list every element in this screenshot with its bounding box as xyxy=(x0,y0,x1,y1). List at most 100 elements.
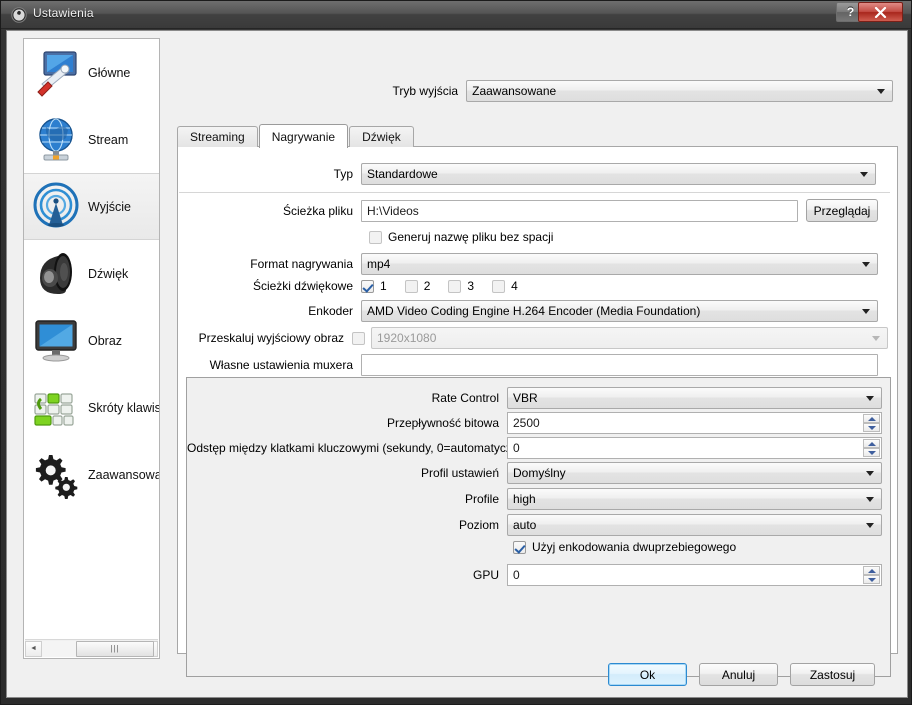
audio-track-1-label: 1 xyxy=(380,279,387,293)
type-combobox[interactable]: Standardowe xyxy=(361,163,876,185)
title-bar: Ustawienia ? xyxy=(1,1,911,29)
no-space-filename-row[interactable]: Generuj nazwę pliku bez spacji xyxy=(369,230,553,244)
preset-combobox[interactable]: Domyślny xyxy=(507,462,882,484)
two-pass-label: Użyj enkodowania dwuprzebiegowego xyxy=(532,540,737,554)
sidebar-item-video[interactable]: Obraz xyxy=(24,307,159,374)
file-path-value: H:\Videos xyxy=(367,203,419,218)
rate-control-row: Rate Control VBR xyxy=(187,387,890,409)
close-icon xyxy=(874,6,887,18)
close-button[interactable] xyxy=(858,2,903,22)
stepper-up-icon[interactable] xyxy=(863,414,880,423)
rescale-resolution-value: 1920x1080 xyxy=(377,331,437,345)
keyframe-interval-spinbox[interactable]: 0 xyxy=(507,437,882,459)
audio-track-4-checkbox[interactable] xyxy=(492,279,506,293)
no-space-filename-checkbox[interactable] xyxy=(369,230,382,244)
chevron-down-icon xyxy=(862,309,870,314)
scroll-left-arrow-icon[interactable]: ◄ xyxy=(25,640,42,657)
audio-track-2[interactable]: 2 xyxy=(404,279,431,293)
chevron-down-icon xyxy=(866,396,874,401)
window-frame: Ustawienia ? Główne Stream Wyjście Dźwię… xyxy=(0,0,912,705)
gpu-spinbox[interactable]: 0 xyxy=(507,564,882,586)
dialog-button-bar: Ok Anuluj Zastosuj xyxy=(7,663,909,689)
rate-control-combobox[interactable]: VBR xyxy=(507,387,882,409)
profile-value: high xyxy=(513,492,536,506)
custom-muxer-label: Własne ustawienia muxera xyxy=(209,358,353,372)
tab-streaming[interactable]: Streaming xyxy=(177,126,258,147)
level-combobox[interactable]: auto xyxy=(507,514,882,536)
two-pass-checkbox[interactable] xyxy=(513,540,526,554)
audio-track-1-checkbox[interactable] xyxy=(361,279,374,293)
bitrate-value: 2500 xyxy=(513,416,540,430)
stepper-up-icon[interactable] xyxy=(863,439,880,448)
gears-advanced-icon xyxy=(30,449,82,501)
scrollbar-thumb[interactable]: ||| xyxy=(76,640,154,657)
ok-button[interactable]: Ok xyxy=(608,663,687,686)
rescale-resolution-combobox: 1920x1080 xyxy=(371,327,888,349)
profile-combobox[interactable]: high xyxy=(507,488,882,510)
audio-track-3-label: 3 xyxy=(467,279,475,293)
obs-logo-icon xyxy=(11,7,27,23)
apply-button[interactable]: Zastosuj xyxy=(790,663,875,686)
encoder-label: Enkoder xyxy=(308,304,353,318)
keyframe-interval-stepper[interactable] xyxy=(863,439,880,457)
file-path-input[interactable]: H:\Videos xyxy=(361,199,798,222)
settings-window: Ustawienia ? Główne Stream Wyjście Dźwię… xyxy=(0,0,912,705)
audio-track-1[interactable]: 1 xyxy=(361,279,387,293)
bitrate-stepper[interactable] xyxy=(863,414,880,432)
recording-tab-panel: Typ Standardowe Ścieżka pliku H:\Videos xyxy=(177,146,898,677)
preset-row: Profil ustawień Domyślny xyxy=(187,462,890,484)
tab-recording[interactable]: Nagrywanie xyxy=(258,124,349,148)
gpu-stepper[interactable] xyxy=(863,566,880,584)
sidebar-horizontal-scrollbar[interactable]: ◄ ||| ► xyxy=(25,639,158,657)
encoder-combobox[interactable]: AMD Video Coding Engine H.264 Encoder (M… xyxy=(361,300,878,322)
recording-format-label: Format nagrywania xyxy=(250,257,353,271)
gpu-value: 0 xyxy=(513,568,520,582)
custom-muxer-input[interactable] xyxy=(361,354,878,376)
rescale-output-checkbox[interactable] xyxy=(352,331,365,345)
output-mode-combobox[interactable]: Zaawansowane xyxy=(466,80,893,102)
bitrate-row: Przepływność bitowa 2500 xyxy=(187,412,890,434)
profile-label: Profile xyxy=(464,492,499,506)
sidebar-item-output[interactable]: Wyjście xyxy=(24,173,159,240)
sidebar-item-label: Główne xyxy=(88,65,131,80)
sidebar-item-general[interactable]: Główne xyxy=(24,39,159,106)
gpu-label: GPU xyxy=(472,568,499,582)
sidebar-item-advanced[interactable]: Zaawansowan xyxy=(24,441,159,508)
sidebar-item-hotkeys[interactable]: Skróty klawisz xyxy=(24,374,159,441)
keyboard-hotkeys-icon xyxy=(30,382,82,434)
audio-track-3[interactable]: 3 xyxy=(448,279,474,293)
encoder-value: AMD Video Coding Engine H.264 Encoder (M… xyxy=(367,304,701,318)
sidebar-item-label: Zaawansowan xyxy=(88,467,159,482)
globe-stream-icon xyxy=(30,114,82,166)
recording-format-combobox[interactable]: mp4 xyxy=(361,253,878,275)
level-row: Poziom auto xyxy=(187,514,890,536)
stepper-down-icon[interactable] xyxy=(863,423,880,432)
two-pass-row[interactable]: Użyj enkodowania dwuprzebiegowego xyxy=(513,540,736,554)
chevron-down-icon xyxy=(860,172,868,177)
audio-track-4-label: 4 xyxy=(511,279,518,293)
gpu-row: GPU 0 xyxy=(187,564,890,586)
tab-audio[interactable]: Dźwięk xyxy=(349,126,414,147)
level-value: auto xyxy=(513,518,537,532)
sidebar-item-label: Skróty klawisz xyxy=(88,400,159,415)
sidebar-item-audio[interactable]: Dźwięk xyxy=(24,240,159,307)
profile-row: Profile high xyxy=(187,488,890,510)
type-label: Typ xyxy=(333,167,353,181)
bitrate-spinbox[interactable]: 2500 xyxy=(507,412,882,434)
scrollbar-track[interactable]: ||| xyxy=(42,640,154,657)
cancel-button[interactable]: Anuluj xyxy=(699,663,778,686)
audio-track-4[interactable]: 4 xyxy=(492,279,518,293)
chevron-down-icon xyxy=(862,262,870,267)
audio-track-2-checkbox[interactable] xyxy=(404,279,418,293)
stepper-down-icon[interactable] xyxy=(863,575,880,584)
sidebar-item-stream[interactable]: Stream xyxy=(24,106,159,173)
browse-button[interactable]: Przeglądaj xyxy=(806,199,878,222)
stepper-up-icon[interactable] xyxy=(863,566,880,575)
audio-track-3-checkbox[interactable] xyxy=(448,279,462,293)
sidebar-item-label: Obraz xyxy=(88,333,123,348)
general-wrench-monitor-icon xyxy=(30,47,82,99)
sidebar-item-label: Dźwięk xyxy=(88,266,129,281)
file-path-row: Ścieżka pliku H:\Videos Przeglądaj xyxy=(178,199,891,222)
stepper-down-icon[interactable] xyxy=(863,448,880,457)
audio-track-2-label: 2 xyxy=(423,279,431,293)
